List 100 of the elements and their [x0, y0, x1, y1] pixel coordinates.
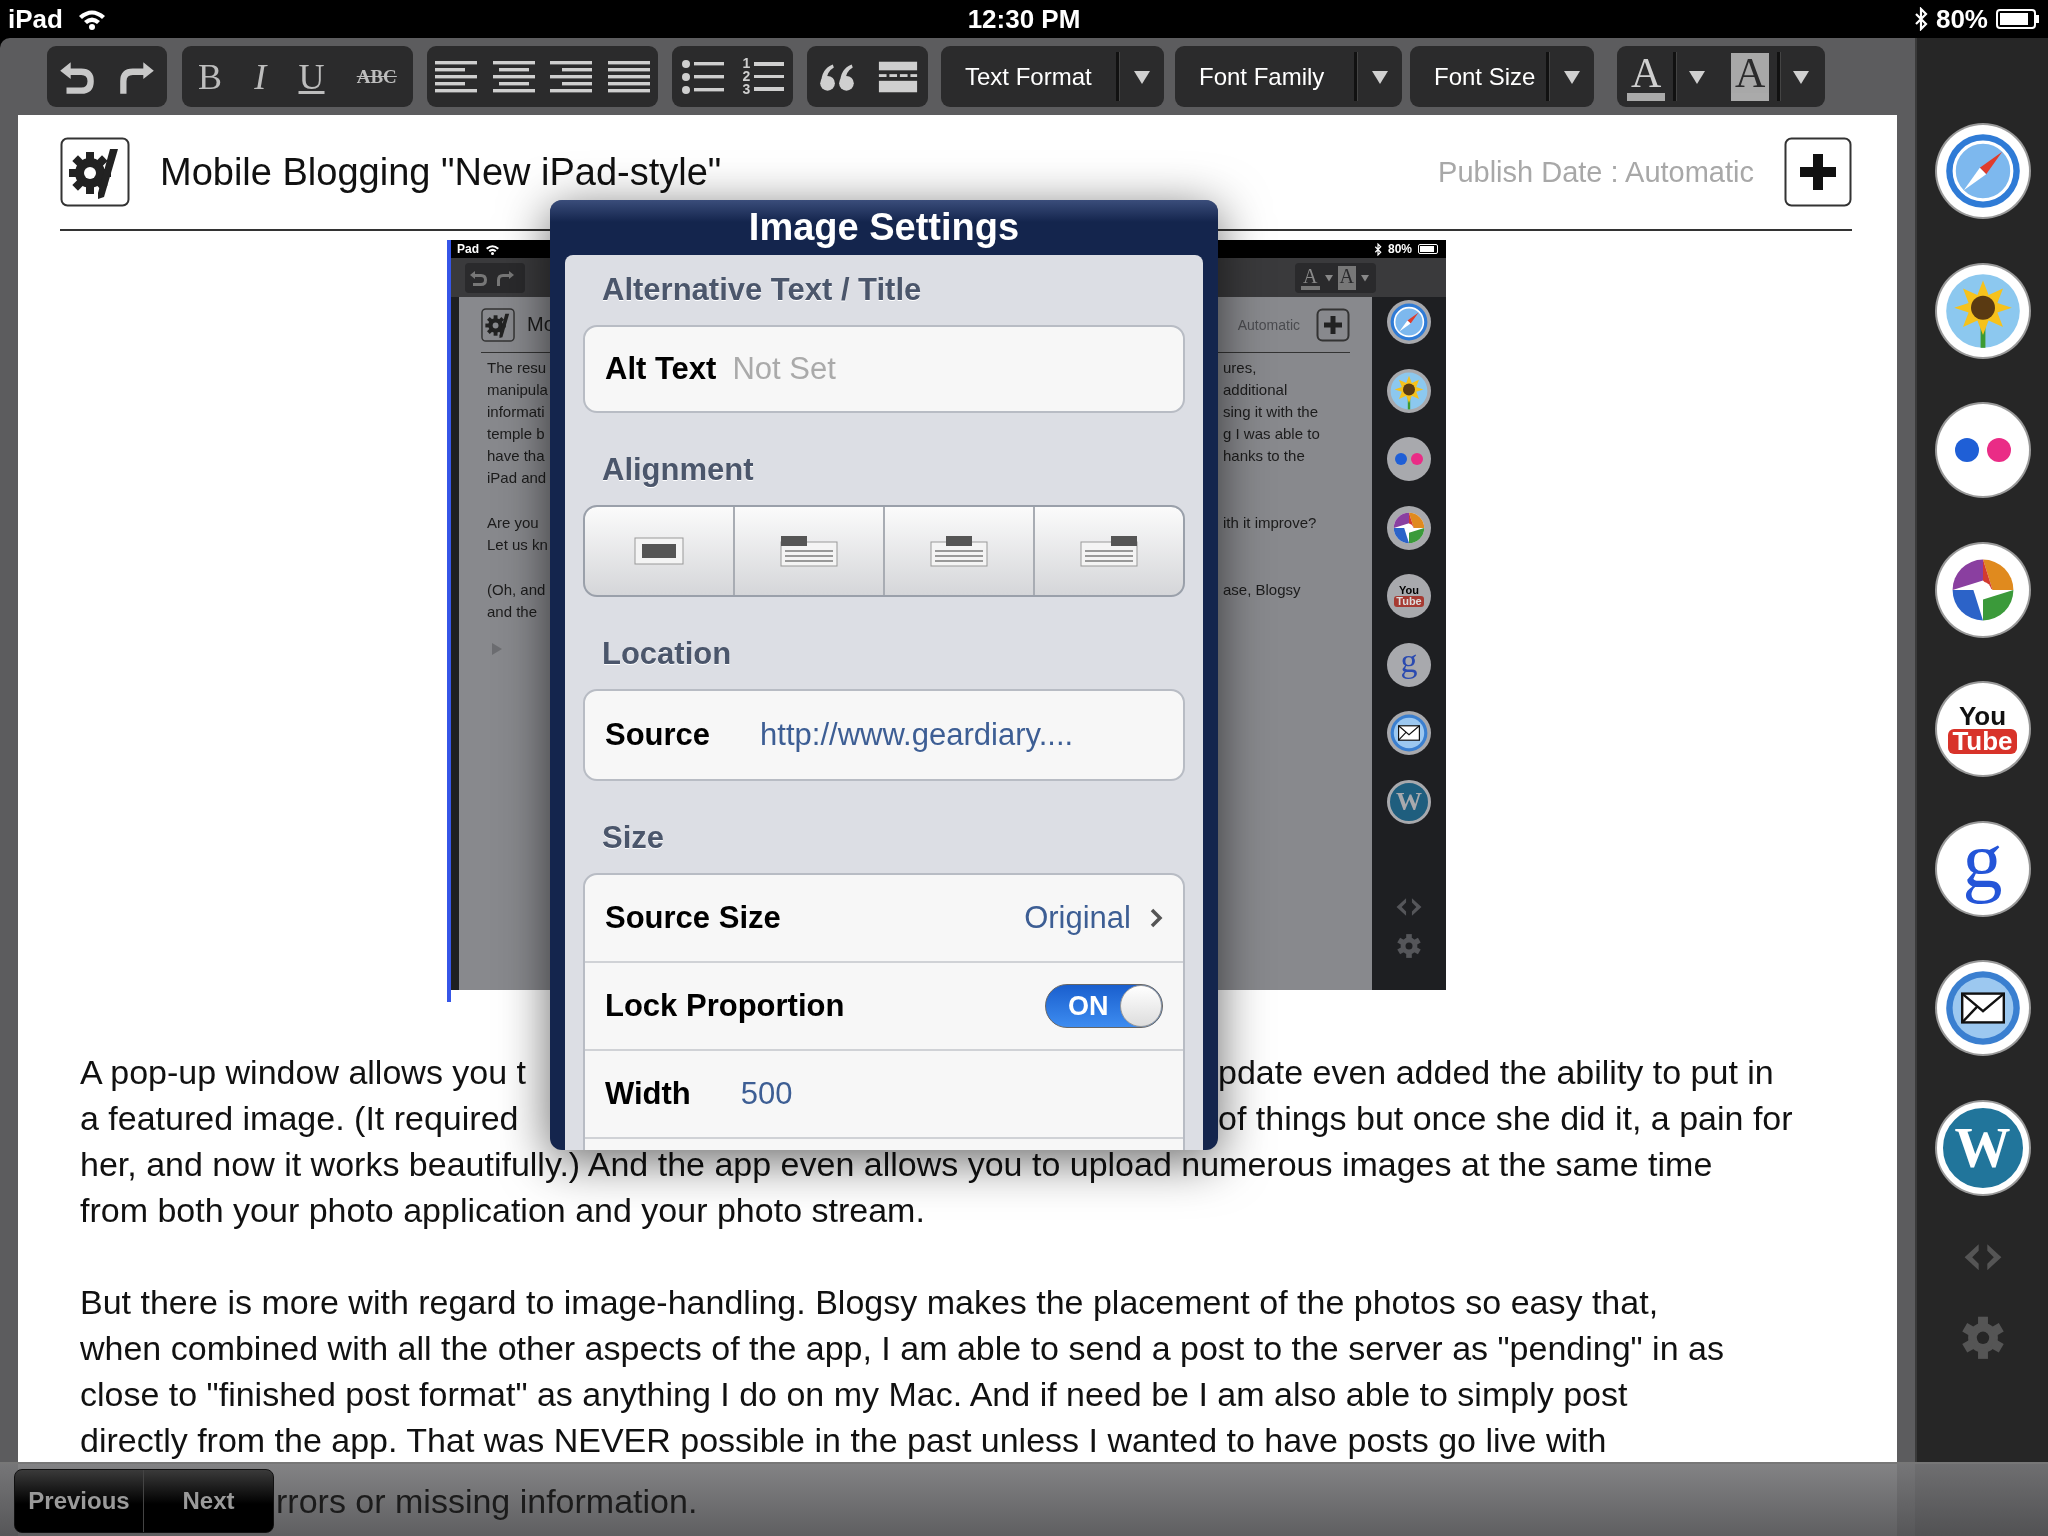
previous-button[interactable]: Previous: [15, 1470, 144, 1532]
dropdown-button[interactable]: Text Format: [941, 46, 1164, 107]
row-label: Source: [605, 717, 711, 753]
post-settings-icon[interactable]: [60, 137, 130, 207]
chevron-right-icon[interactable]: [1149, 907, 1163, 929]
publish-date: Automatic: [1237, 316, 1300, 333]
add-icon[interactable]: [1784, 137, 1852, 207]
next-button[interactable]: Next: [144, 1470, 273, 1532]
video-badge: You Tube: [1387, 574, 1431, 618]
image-right-icon: [1079, 534, 1139, 568]
row-label: Source Size: [605, 900, 781, 936]
caret-icon: [1132, 68, 1152, 85]
device-name: iPad: [8, 3, 63, 35]
letter-button[interactable]: g: [1936, 822, 2029, 915]
bluetooth-icon: [1913, 7, 1928, 31]
text-line: close to "finished post format" as anything I do on my Mac. And if need be I am also able to simply post: [80, 1374, 1628, 1415]
settings-icon: [1395, 932, 1423, 960]
highlight-color-button[interactable]: A: [1721, 46, 1825, 107]
letter-badge: g: [1387, 642, 1431, 687]
align-left-icon[interactable]: [433, 58, 478, 95]
section-header: Size: [602, 820, 665, 856]
text-line: iPad and: [487, 468, 548, 486]
italic-button[interactable]: I: [250, 55, 271, 98]
compass-icon: [1389, 302, 1429, 342]
text-line: her, and now it works beautifully.) And the app even allows you to upload numerous images at the same time: [80, 1144, 1713, 1185]
letter-badge: W: [1387, 779, 1431, 824]
envelope-icon: [1389, 713, 1429, 753]
play-triangle-icon: [491, 642, 503, 656]
device-name: Pad: [457, 242, 479, 256]
text-line: and the: [487, 602, 539, 620]
letter-button[interactable]: W: [1936, 1101, 2029, 1194]
text-line: of things but once she did it, a pain for: [1218, 1098, 1793, 1139]
dropdown-button[interactable]: Font Family: [1175, 46, 1402, 107]
bold-button[interactable]: B: [194, 55, 227, 98]
wifi-icon: [485, 243, 500, 255]
caret-icon: [1791, 68, 1812, 85]
sunflower-icon: [1389, 370, 1429, 411]
caret-icon: [1562, 68, 1582, 85]
text-line: informati: [487, 402, 546, 420]
color-letter: A: [1337, 265, 1356, 290]
battery-icon: [1996, 9, 2040, 29]
text-line: temple b: [487, 424, 546, 442]
strikethrough-button[interactable]: ABC: [352, 65, 401, 88]
row-value[interactable]: Original: [1024, 900, 1131, 936]
color-letter: A: [1301, 265, 1320, 290]
text-line: ith it improve?: [1223, 513, 1317, 531]
post-settings-icon: [481, 307, 515, 342]
align-right-icon[interactable]: [549, 58, 594, 95]
row-label: Lock Proportion: [605, 988, 845, 1024]
text-line: hanks to the: [1223, 446, 1305, 464]
code-icon: [1394, 896, 1424, 918]
text-line: sing it with the: [1223, 402, 1319, 420]
text-line: A pop-up window allows you t: [80, 1052, 528, 1093]
align-center-icon[interactable]: [491, 58, 536, 95]
text-line: pdate even added the ability to put in: [1218, 1052, 1774, 1093]
section-header: Alignment: [602, 452, 754, 488]
video-button[interactable]: You Tube: [1936, 683, 2029, 775]
text-line: additional: [1223, 380, 1288, 398]
undo-redo-icon: [465, 262, 525, 293]
text-line: directly from the app. That was NEVER possible in the past unless I wanted to have posts go live with: [80, 1420, 1607, 1461]
underline-button[interactable]: U: [294, 55, 329, 98]
row-label: Width: [605, 1076, 691, 1112]
text-line: have tha: [487, 446, 546, 464]
post-title[interactable]: Mobile Blogging "New iPad-style": [160, 150, 722, 194]
row-value[interactable]: http://www.geardiary....: [760, 717, 1074, 753]
toggle-switch[interactable]: ON: [1045, 984, 1163, 1028]
text-line: ures,: [1223, 358, 1257, 376]
text-line: when combined with all the other aspects of the app, I am able to send a post to the server as "pending" in as: [80, 1328, 1724, 1369]
text-color-button[interactable]: A: [1617, 46, 1721, 107]
caret-icon: [1370, 68, 1390, 85]
alt-text-field[interactable]: Alt Text Not Set: [583, 325, 1185, 413]
battery-percent: 80%: [1935, 3, 1988, 35]
text-line: a featured image. (It required: [80, 1098, 520, 1139]
caret-icon: [1687, 68, 1708, 85]
section-header: Location: [602, 636, 732, 672]
battery-percent: 80%: [1387, 242, 1412, 256]
caret-icon: [1360, 273, 1370, 282]
text-line: ase, Blogsy: [1223, 580, 1301, 598]
justify-icon[interactable]: [607, 58, 652, 95]
dropdown-button[interactable]: Font Size: [1410, 46, 1594, 107]
text-line: from both your photo application and your photo stream.: [80, 1190, 925, 1231]
clock-time: 12:30 PM: [967, 3, 1081, 35]
numbered-list-button[interactable]: 1 2 3: [742, 57, 785, 96]
text-line: The resu: [487, 358, 548, 376]
text-line: (Oh, and: [487, 580, 547, 598]
add-icon: [1316, 307, 1350, 342]
popover-title: Image Settings: [748, 206, 1020, 249]
text-line: But there is more with regard to image-handling. Blogsy makes the placement of the photos so easy that,: [80, 1282, 1659, 1323]
text-line: g I was able to: [1223, 424, 1320, 442]
image-left-icon: [779, 534, 839, 568]
caret-icon: [1323, 273, 1334, 282]
image-center-icon: [929, 534, 989, 568]
bluetooth-icon: [1373, 242, 1382, 256]
section-header: Alternative Text / Title: [602, 272, 922, 308]
text-line: Let us kn: [487, 535, 549, 553]
row-value[interactable]: 500: [740, 1076, 793, 1112]
text-line: manipula: [487, 380, 549, 398]
text-line: rrors or missing information.: [276, 1481, 698, 1521]
text-line: Are you: [487, 513, 540, 531]
battery-icon: [1418, 244, 1440, 254]
